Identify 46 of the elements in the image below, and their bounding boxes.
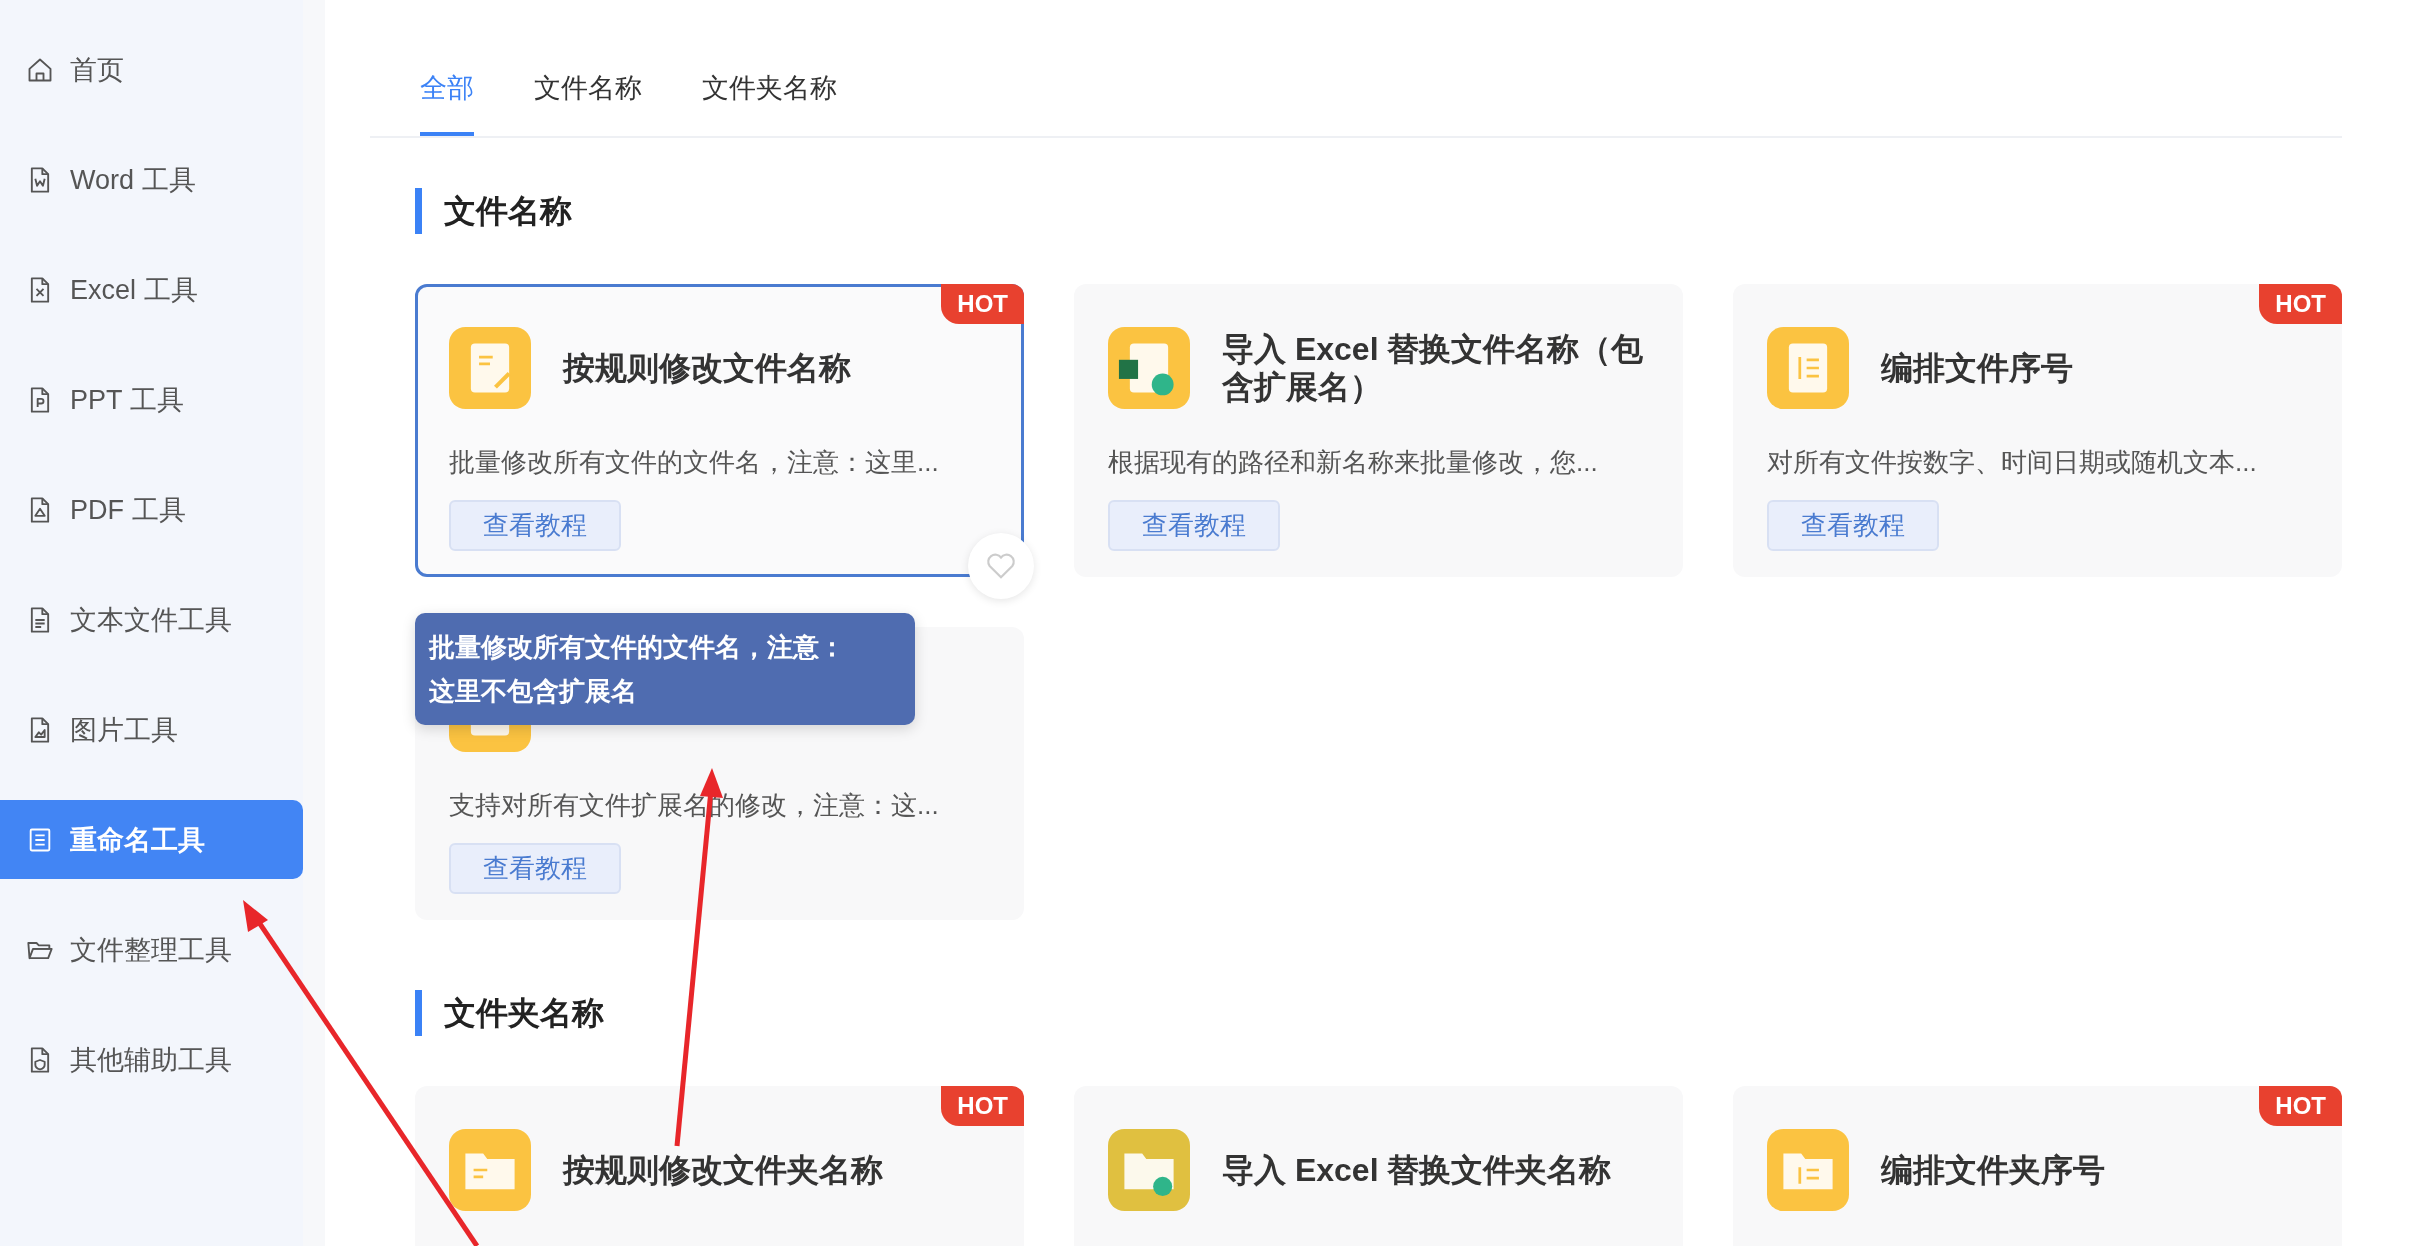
sidebar-item[interactable]: 重命名工具: [0, 800, 303, 879]
tutorial-button[interactable]: 查看教程: [1767, 500, 1939, 551]
tool-card[interactable]: HOT 按规则修改文件夹名称: [415, 1086, 1024, 1246]
folder-icon: [1108, 1129, 1190, 1211]
hot-badge: HOT: [941, 284, 1024, 324]
card-title: 编排文件序号: [1881, 348, 2073, 388]
folder-icon: [449, 1129, 531, 1211]
tutorial-button[interactable]: 查看教程: [449, 843, 621, 894]
card-title: 导入 Excel 替换文件夹名称: [1222, 1150, 1612, 1190]
hot-badge: HOT: [2259, 284, 2342, 324]
tool-card[interactable]: 导入 Excel 替换文件夹名称: [1074, 1086, 1683, 1246]
hot-badge: HOT: [2259, 1086, 2342, 1126]
sidebar-item[interactable]: Excel 工具: [0, 250, 303, 329]
sidebar-item[interactable]: 文件整理工具: [0, 910, 303, 989]
sidebar-item[interactable]: 文本文件工具: [0, 580, 303, 659]
card-title: 导入 Excel 替换文件名称（包含扩展名）: [1222, 329, 1645, 407]
tutorial-button[interactable]: 查看教程: [449, 500, 621, 551]
document-icon: [1767, 327, 1849, 409]
card-description: 根据现有的路径和新名称来批量修改，您...: [1108, 446, 1599, 479]
tool-card[interactable]: 导入 Excel 替换文件名称（包含扩展名） 根据现有的路径和新名称来批量修改，您... 查看教程: [1074, 284, 1683, 577]
hot-badge: HOT: [941, 1086, 1024, 1126]
tab[interactable]: 全部: [420, 70, 474, 136]
sidebar-item[interactable]: PPT 工具: [0, 360, 303, 439]
tab[interactable]: 文件名称: [534, 70, 642, 136]
favorite-button[interactable]: [968, 533, 1034, 599]
sidebar-item[interactable]: 首页: [0, 30, 303, 109]
tooltip: 批量修改所有文件的文件名，注意：这里不包含扩展名: [415, 613, 915, 725]
sidebar-item[interactable]: Word 工具: [0, 140, 303, 219]
sidebar-item[interactable]: 其他辅助工具: [0, 1020, 303, 1099]
section-title: 文件名称: [415, 188, 2342, 234]
tab[interactable]: 文件夹名称: [702, 70, 837, 136]
tool-card[interactable]: HOT 编排文件夹序号: [1733, 1086, 2342, 1246]
card-title: 按规则修改文件夹名称: [563, 1150, 883, 1190]
tutorial-button[interactable]: 查看教程: [1108, 500, 1280, 551]
card-description: 对所有文件按数字、时间日期或随机文本...: [1767, 446, 2258, 479]
section-title: 文件夹名称: [415, 990, 2342, 1036]
tool-card[interactable]: HOT 编排文件序号 对所有文件按数字、时间日期或随机文本... 查看教程: [1733, 284, 2342, 577]
document-icon: [449, 327, 531, 409]
tool-card[interactable]: HOT 按规则修改文件名称 批量修改所有文件的文件名，注意：这里... 查看教程: [415, 284, 1024, 577]
card-title: 编排文件夹序号: [1881, 1150, 2105, 1190]
sidebar-item[interactable]: 图片工具: [0, 690, 303, 769]
document-icon: [1108, 327, 1190, 409]
sidebar-item[interactable]: PDF 工具: [0, 470, 303, 549]
card-description: 批量修改所有文件的文件名，注意：这里...: [449, 446, 940, 479]
folder-icon: [1767, 1129, 1849, 1211]
card-title: 按规则修改文件名称: [563, 348, 851, 388]
